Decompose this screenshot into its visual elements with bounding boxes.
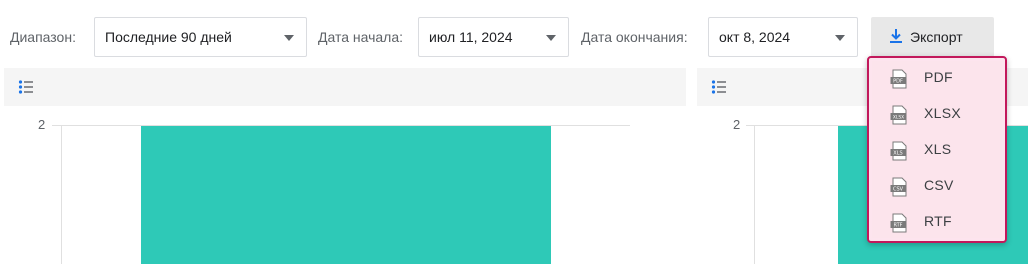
export-option-label: PDF [924, 69, 953, 85]
svg-text:XLS: XLS [893, 151, 902, 157]
export-option-xlsx[interactable]: XLSX XLSX [884, 101, 994, 129]
y-tick-label: 2 [38, 117, 46, 132]
start-date-value: июл 11, 2024 [429, 29, 513, 45]
y-axis-line [754, 125, 755, 264]
legend-list-icon[interactable] [711, 79, 727, 95]
download-icon [890, 29, 902, 43]
legend-list-icon[interactable] [18, 79, 34, 95]
svg-text:XLSX: XLSX [893, 115, 904, 121]
svg-text:PDF: PDF [893, 79, 903, 85]
xls-file-icon: XLS [890, 141, 907, 161]
start-date-label: Дата начала: [318, 29, 404, 45]
export-label: Экспорт [910, 29, 963, 45]
end-date-label: Дата окончания: [581, 29, 688, 45]
rtf-file-icon: RTF [890, 213, 907, 233]
end-date-select[interactable]: окт 8, 2024 [708, 17, 858, 57]
chart-bar[interactable] [141, 126, 551, 264]
y-tick-label: 2 [733, 117, 741, 132]
y-axis-line [61, 125, 62, 264]
end-date-value: окт 8, 2024 [719, 29, 791, 45]
svg-text:RTF: RTF [893, 223, 902, 229]
export-option-rtf[interactable]: RTF RTF [884, 209, 994, 237]
export-option-label: RTF [924, 213, 952, 229]
range-label: Диапазон: [10, 29, 76, 45]
export-option-pdf[interactable]: PDF PDF [884, 65, 994, 93]
export-option-label: XLS [924, 141, 952, 157]
export-option-xls[interactable]: XLS XLS [884, 137, 994, 165]
start-date-select[interactable]: июл 11, 2024 [418, 17, 569, 57]
export-option-csv[interactable]: CSV CSV [884, 173, 994, 201]
csv-file-icon: CSV [890, 177, 907, 197]
chevron-down-icon [284, 35, 294, 41]
export-button[interactable]: Экспорт [871, 17, 994, 57]
svg-text:CSV: CSV [893, 187, 904, 193]
xlsx-file-icon: XLSX [890, 105, 907, 125]
export-option-label: XLSX [924, 105, 961, 121]
chevron-down-icon [546, 35, 556, 41]
chevron-down-icon [835, 35, 845, 41]
export-option-label: CSV [924, 177, 954, 193]
left-chart-header [4, 68, 686, 106]
range-value: Последние 90 дней [105, 29, 232, 45]
pdf-file-icon: PDF [890, 69, 907, 89]
export-menu-body: PDF PDF XLSX XLSX XLS XLS CSV CSV RTF RT… [872, 61, 1002, 238]
export-menu: PDF PDF XLSX XLSX XLS XLS CSV CSV RTF RT… [867, 56, 1007, 243]
range-select[interactable]: Последние 90 дней [94, 17, 307, 57]
